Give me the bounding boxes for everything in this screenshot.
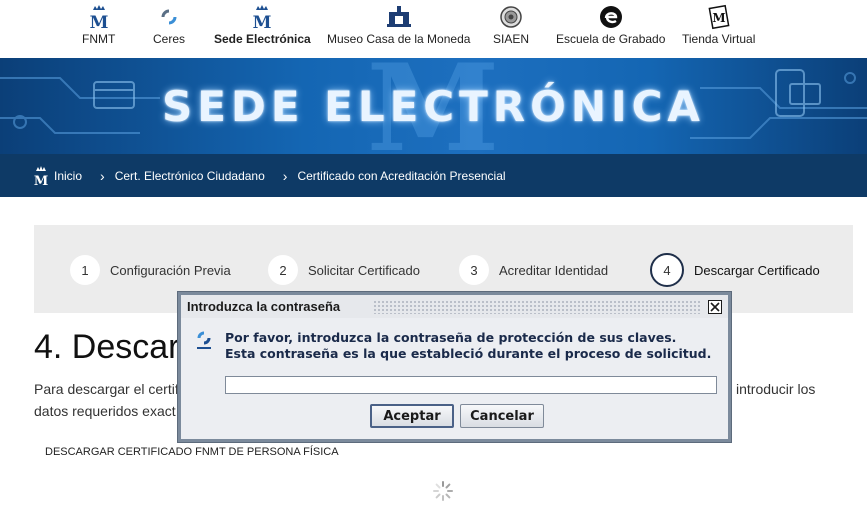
engraving-school-icon — [598, 3, 624, 31]
step-4-active: 4 Descargar Certificado — [650, 253, 820, 287]
step-number: 3 — [459, 255, 489, 285]
breadcrumb-label: Certificado con Acreditación Presencial — [297, 168, 506, 183]
accept-button[interactable]: Aceptar — [370, 404, 454, 428]
step-label: Solicitar Certificado — [308, 262, 420, 278]
page-title: 4. Descar — [34, 328, 180, 366]
crown-m-icon: M — [34, 165, 48, 186]
chevron-right-icon: › — [100, 167, 105, 184]
nav-label: Tienda Virtual — [682, 32, 756, 46]
breadcrumb-acreditacion-presencial[interactable]: Certificado con Acreditación Presencial — [297, 169, 505, 183]
breadcrumb-home[interactable]: M Inicio — [34, 165, 83, 186]
step-3: 3 Acreditar Identidad — [459, 255, 608, 285]
breadcrumb-cert-ciudadano[interactable]: Cert. Electrónico Ciudadano — [115, 169, 265, 183]
message-line: Esta contraseña es la que estableció dur… — [225, 346, 712, 361]
step-number: 4 — [650, 253, 684, 287]
step-number: 2 — [268, 255, 298, 285]
banner: M SEDE ELECTRÓNICA — [0, 58, 867, 154]
svg-text:M: M — [34, 174, 48, 186]
nav-label: Sede Electrónica — [214, 32, 311, 46]
svg-text:M: M — [253, 13, 272, 30]
nav-item-ceres[interactable]: Ceres — [153, 3, 185, 46]
step-label: Acreditar Identidad — [499, 262, 609, 278]
close-button[interactable] — [708, 300, 722, 314]
breadcrumb-label: Cert. Electrónico Ciudadano — [114, 168, 265, 183]
crown-m-icon: M — [252, 3, 272, 31]
nav-label: Museo Casa de la Moneda — [327, 32, 471, 46]
dialog-message: Por favor, introduzca la contraseña de p… — [225, 330, 711, 362]
chevron-right-icon: › — [282, 167, 288, 184]
svg-text:M: M — [89, 13, 108, 30]
paragraph-line-right: introducir los — [736, 381, 816, 397]
message-line: Por favor, introduzca la contraseña de p… — [225, 330, 677, 345]
password-input[interactable] — [225, 376, 717, 394]
cancel-button[interactable]: Cancelar — [460, 404, 544, 428]
nav-item-museo[interactable]: Museo Casa de la Moneda — [327, 3, 470, 46]
nav-item-sede-electronica[interactable]: M Sede Electrónica — [214, 3, 311, 46]
nav-item-escuela-grabado[interactable]: Escuela de Grabado — [556, 3, 665, 46]
nav-label: Escuela de Grabado — [556, 32, 666, 46]
step-2: 2 Solicitar Certificado — [268, 255, 420, 285]
virtual-shop-icon: M — [707, 3, 731, 31]
titlebar-grip — [373, 300, 702, 314]
loading-spinner-icon — [433, 481, 453, 501]
crown-m-icon: M — [89, 3, 109, 31]
ceres-logo-icon — [197, 331, 211, 349]
breadcrumb-label: Inicio — [54, 168, 83, 183]
step-label: Descargar Certificado — [694, 262, 820, 278]
step-number: 1 — [70, 255, 100, 285]
nav-label: Ceres — [153, 32, 186, 46]
nav-item-tienda-virtual[interactable]: M Tienda Virtual — [682, 3, 755, 46]
top-navigation: M FNMT Ceres M Sede Electrónica Museo Ca… — [0, 0, 867, 58]
banner-title: SEDE ELECTRÓNICA — [162, 81, 705, 131]
museum-icon — [384, 3, 414, 31]
step-label: Configuración Previa — [110, 262, 231, 278]
download-certificate-label: DESCARGAR CERTIFICADO FNMT DE PERSONA FÍ… — [45, 446, 339, 458]
close-icon — [710, 302, 720, 312]
svg-text:M: M — [712, 11, 725, 25]
nav-item-fnmt[interactable]: M FNMT — [82, 3, 115, 46]
dialog-title: Introduzca la contraseña — [187, 299, 341, 314]
siaen-seal-icon — [499, 3, 523, 31]
breadcrumb: M Inicio › Cert. Electrónico Ciudadano ›… — [0, 154, 867, 197]
nav-label: FNMT — [82, 32, 116, 46]
ceres-icon — [157, 3, 181, 31]
nav-item-siaen[interactable]: SIAEN — [493, 3, 529, 46]
password-dialog: Introduzca la contraseña Por favor, intr… — [178, 292, 731, 442]
dialog-titlebar[interactable]: Introduzca la contraseña — [181, 295, 728, 318]
step-1: 1 Configuración Previa — [70, 255, 231, 285]
nav-label: SIAEN — [493, 32, 530, 46]
